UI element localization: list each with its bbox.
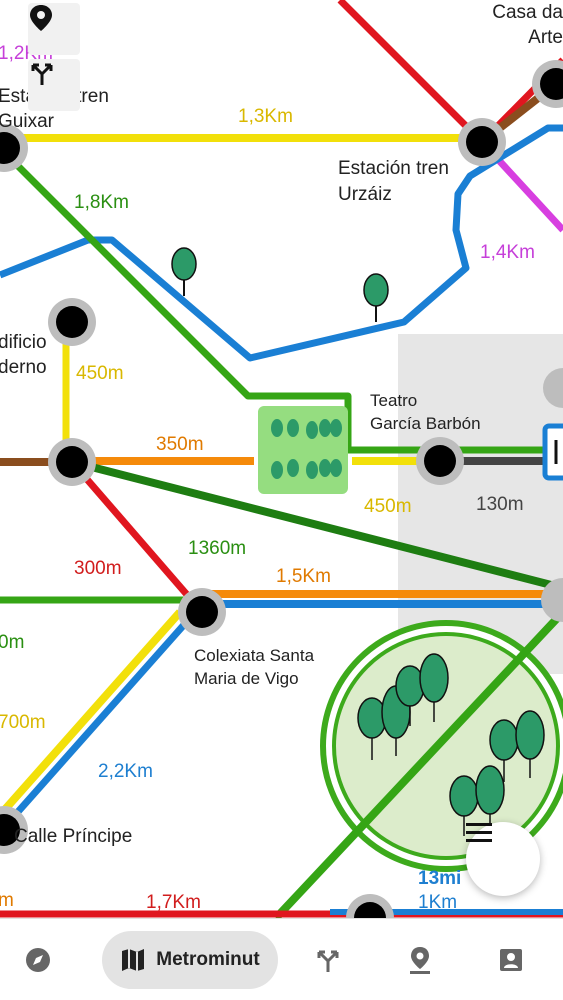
- distance-label: 1,5Km: [276, 566, 331, 587]
- distance-label: 450m: [76, 363, 124, 384]
- red-line-mid: [69, 459, 205, 615]
- nav-item-profile[interactable]: [487, 931, 535, 989]
- map-icon: [122, 949, 145, 971]
- distance-label: 1Km: [418, 892, 457, 913]
- distance-label: 1,8Km: [74, 192, 129, 213]
- bottom-navigation: Metrominut: [0, 918, 563, 1000]
- station-label: Calle Príncipe: [14, 826, 132, 847]
- map-pin-icon: [30, 5, 52, 31]
- location-button[interactable]: [28, 3, 80, 55]
- distance-label: m: [0, 890, 14, 911]
- station-label: García Barbón: [370, 414, 481, 433]
- station-label: Guixar: [0, 111, 55, 132]
- hamburger-menu-icon: [466, 823, 492, 842]
- station-label: Teatro: [370, 391, 417, 410]
- menu-button[interactable]: [466, 822, 540, 896]
- nav-item-places[interactable]: [396, 931, 444, 989]
- station-label: dificio: [0, 332, 47, 353]
- map-canvas[interactable]: Casa da Arte Estación tren Guixar Estaci…: [0, 0, 563, 918]
- nav-item-explore[interactable]: [14, 931, 62, 989]
- distance-label: 450m: [364, 496, 412, 517]
- station-label: Maria de Vigo: [194, 669, 299, 688]
- distance-label: 1,7Km: [146, 892, 201, 913]
- distance-label: 1,4Km: [480, 242, 535, 263]
- station-label: Casa da: [492, 2, 563, 23]
- distance-label: 300m: [74, 558, 122, 579]
- station-label: Estación tren: [338, 158, 449, 179]
- transfer-station-marker[interactable]: [542, 423, 563, 481]
- compass-icon: [26, 948, 50, 972]
- distance-label: 350m: [156, 434, 204, 455]
- nav-label: Metrominut: [156, 949, 260, 970]
- park-square: [258, 406, 348, 494]
- distance-label: 0m: [0, 632, 24, 653]
- distance-label: 2,2Km: [98, 761, 153, 782]
- station-label: Arte: [528, 27, 563, 48]
- metro-map[interactable]: Casa da Arte Estación tren Guixar Estaci…: [0, 0, 563, 918]
- map-pin-icon: [410, 947, 430, 974]
- routes-button[interactable]: [28, 59, 80, 111]
- tree-icon: [171, 247, 197, 296]
- distance-label: 1,3Km: [238, 106, 293, 127]
- distance-label: 700m: [0, 712, 46, 733]
- distance-label: 130m: [476, 494, 524, 515]
- fork-arrows-icon: [31, 63, 53, 85]
- distance-label: 13mi: [418, 868, 461, 889]
- contact-card-icon: [500, 949, 522, 971]
- station-label: derno: [0, 357, 47, 378]
- nav-item-metrominut[interactable]: Metrominut: [102, 931, 278, 989]
- station-label: Urzáiz: [338, 184, 392, 205]
- fork-arrows-icon: [317, 950, 339, 972]
- tree-icon: [363, 273, 389, 322]
- nav-item-routes[interactable]: [304, 931, 352, 989]
- distance-label: 1360m: [188, 538, 246, 559]
- station-label: Colexiata Santa: [194, 646, 315, 665]
